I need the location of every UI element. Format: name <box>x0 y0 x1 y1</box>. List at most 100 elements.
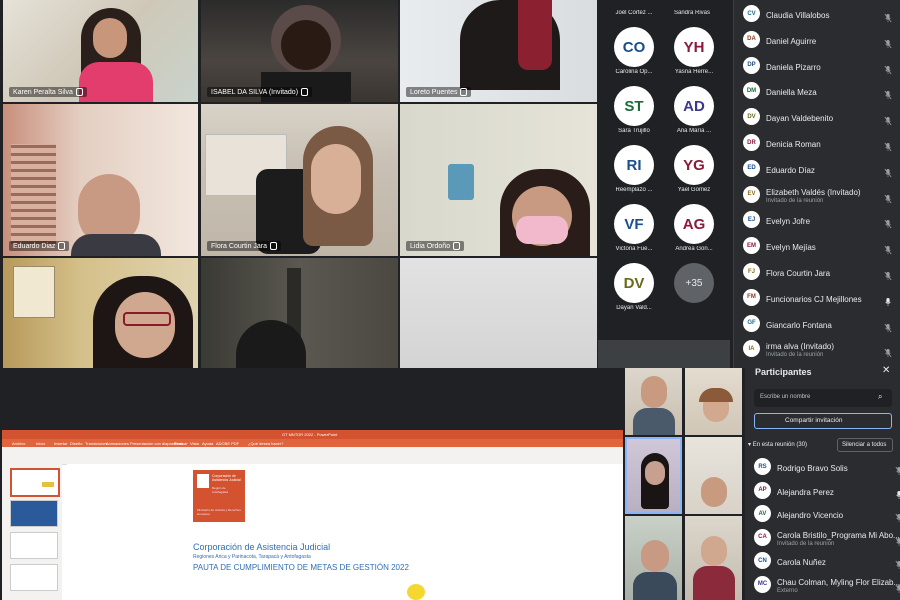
video-tile[interactable] <box>400 258 597 368</box>
camera-thumbnail[interactable] <box>625 368 682 435</box>
avatar: CA <box>754 528 771 546</box>
mic-muted-icon[interactable] <box>884 113 892 126</box>
camera-thumbnail[interactable] <box>625 516 682 600</box>
participant-row[interactable]: EV Elizabeth Valdés (Invitado) Invitado de… <box>734 182 900 208</box>
ppt-menu-item[interactable]: Transiciones <box>85 441 108 446</box>
mic-muted-icon[interactable] <box>884 87 892 100</box>
slide-thumbnail[interactable] <box>10 468 60 497</box>
slide-thumbnail[interactable] <box>10 564 58 591</box>
mic-muted-icon[interactable] <box>884 10 892 23</box>
mic-muted-icon[interactable] <box>884 242 892 255</box>
avatar: FM <box>743 288 760 306</box>
close-icon[interactable]: ✕ <box>882 365 890 376</box>
participant-row[interactable]: DP Daniela Pizarro <box>734 53 900 79</box>
avatar[interactable]: VF <box>614 204 654 244</box>
participant-name: Elizabeth Valdés (Invitado) <box>766 187 861 197</box>
video-tile[interactable]: Lidia Ordoño <box>400 104 597 256</box>
avatar[interactable]: AD <box>674 86 714 126</box>
participant-row[interactable]: DA Daniel Aguirre <box>734 27 900 53</box>
participant-row[interactable]: ED Eduardo Díaz <box>734 156 900 182</box>
avatar[interactable]: YH <box>674 27 714 67</box>
video-tile[interactable]: Loreto Puentes <box>400 0 597 102</box>
avatar[interactable]: AG <box>674 204 714 244</box>
participant-row[interactable]: EM Evelyn Mejías <box>734 233 900 259</box>
ppt-menu-item[interactable]: Vista <box>190 441 199 446</box>
participant-row[interactable]: CA Carola Bristilo_Programa Mi Abo... Invi… <box>745 525 900 551</box>
in-meeting-header[interactable]: ▾ En esta reunión (30) <box>748 441 807 448</box>
self-view <box>598 340 730 368</box>
participant-name: Chau Colman, Myling Flor Elizab... <box>777 577 900 587</box>
mic-muted-icon <box>301 88 309 96</box>
video-tile[interactable] <box>201 258 398 368</box>
mic-muted-icon[interactable] <box>884 216 892 229</box>
mic-muted-icon[interactable] <box>884 139 892 152</box>
avatar-label: Dayan Vald... <box>616 305 652 311</box>
ppt-menu-item[interactable]: Diseño <box>70 441 82 446</box>
participant-row[interactable]: FM Funcionarios CJ Mejillones <box>734 285 900 311</box>
participant-name: Flora Courtin Jara <box>207 241 282 251</box>
mic-on-icon[interactable] <box>895 487 900 499</box>
camera-thumbnail[interactable] <box>685 516 742 600</box>
mic-muted-icon[interactable] <box>895 510 900 522</box>
mic-muted-icon[interactable] <box>884 320 892 332</box>
mic-muted-icon[interactable] <box>884 191 892 203</box>
avatar[interactable]: RI <box>614 145 654 185</box>
participant-row[interactable]: IA irma alva (Invitado) Invitado de la reu… <box>734 336 900 362</box>
mic-muted-icon[interactable] <box>884 36 892 49</box>
mic-muted-icon[interactable] <box>884 268 892 281</box>
participant-row[interactable]: CN Carola Nuñez <box>745 548 900 574</box>
participant-row[interactable]: CV Claudia Villalobos <box>734 1 900 27</box>
camera-thumbnail[interactable] <box>685 368 742 435</box>
avatar[interactable]: CO <box>614 27 654 67</box>
avatar: CN <box>754 552 771 569</box>
avatar[interactable]: DV <box>614 263 654 303</box>
slide-thumbnail[interactable] <box>10 532 58 559</box>
mic-muted-icon[interactable] <box>884 165 892 178</box>
participant-row[interactable]: AP Alejandra Perez <box>745 478 900 504</box>
mic-on-icon[interactable] <box>884 294 892 306</box>
slide-thumbnail[interactable] <box>10 500 58 527</box>
share-invite-button[interactable]: Compartir invitación <box>754 413 892 429</box>
video-tile[interactable]: Karen Peralta Silva <box>3 0 198 102</box>
search-input[interactable]: Escribe un nombre ⌕ <box>754 389 892 407</box>
participant-row[interactable]: MC Chau Colman, Myling Flor Elizab... Exte… <box>745 572 900 598</box>
participant-name: Eduardo Diaz <box>9 241 70 251</box>
avatar[interactable]: ST <box>614 86 654 126</box>
participant-name: Funcionarios CJ Mejillones <box>766 294 862 304</box>
ppt-menu-item[interactable]: Animaciones <box>106 441 129 446</box>
camera-thumbnail-active[interactable] <box>625 437 682 514</box>
participant-row[interactable]: EJ Evelyn Jofre <box>734 207 900 233</box>
mic-muted-icon[interactable] <box>895 557 900 569</box>
video-tile[interactable]: ISABEL DA SILVA (Invitado) <box>201 0 398 102</box>
mic-muted-icon[interactable] <box>884 62 892 74</box>
mic-muted-icon[interactable] <box>895 534 900 546</box>
ppt-menu-item[interactable]: Ayuda <box>202 441 213 446</box>
avatar: IA <box>743 340 760 358</box>
video-tile[interactable]: Flora Courtin Jara <box>201 104 398 256</box>
participant-row[interactable]: FJ Flora Courtin Jara <box>734 259 900 285</box>
mic-muted-icon[interactable] <box>895 581 900 593</box>
mic-muted-icon[interactable] <box>895 463 900 475</box>
video-tile[interactable] <box>3 258 198 368</box>
participant-name: Evelyn Mejías <box>766 243 816 253</box>
participant-row[interactable]: AV Alejandro Vicencio <box>745 501 900 527</box>
avatar[interactable]: YG <box>674 145 714 185</box>
more-participants-button[interactable]: +35 <box>674 263 714 303</box>
ppt-menu-item[interactable]: ADOBE PDF <box>216 441 239 446</box>
participant-row[interactable]: RS Rodrigo Bravo Solis <box>745 454 900 480</box>
mute-all-button[interactable]: Silenciar a todos <box>837 438 893 452</box>
participant-row[interactable]: DV Dayan Valdebenito <box>734 104 900 130</box>
ppt-menu-item[interactable]: Archivo <box>12 441 25 446</box>
ministry-text: Ministerio de Justicia y Derechos Humano… <box>197 508 241 516</box>
ppt-search[interactable]: ¿Qué desea hacer? <box>248 441 283 446</box>
ppt-menu-item[interactable]: Revisar <box>174 441 188 446</box>
participant-row[interactable]: DR Denicia Roman <box>734 130 900 156</box>
avatar: DM <box>743 82 760 100</box>
ppt-menu-item[interactable]: Inicio <box>36 441 45 446</box>
video-tile[interactable]: Eduardo Diaz <box>3 104 198 256</box>
participant-row[interactable]: GF Giancarlo Fontana <box>734 311 900 337</box>
mic-muted-icon[interactable] <box>884 345 892 358</box>
camera-thumbnail[interactable] <box>685 437 742 514</box>
ppt-menu-item[interactable]: Insertar <box>54 441 68 446</box>
participant-row[interactable]: DM Daniella Meza <box>734 78 900 104</box>
